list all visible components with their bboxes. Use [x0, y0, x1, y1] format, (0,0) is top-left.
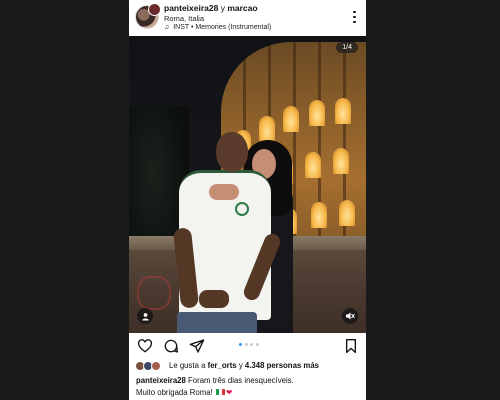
post-header: panteixeira28 y marcao Roma, Italia ♫ IN…: [129, 0, 366, 36]
collaborator-username[interactable]: marcao: [227, 3, 257, 13]
collab-avatar-secondary: [148, 3, 161, 16]
clasped-hands: [199, 290, 229, 308]
man-head: [216, 132, 248, 172]
likes-others[interactable]: 4.348 personas más: [245, 361, 319, 370]
like-heart-icon[interactable]: [137, 338, 153, 354]
user-tag-icon[interactable]: [137, 308, 153, 324]
wall-graffiti: [137, 276, 171, 310]
carousel-indicator: [239, 343, 259, 346]
caption-username[interactable]: panteixeira28: [136, 376, 186, 385]
author-username[interactable]: panteixeira28: [164, 3, 218, 13]
post-photo[interactable]: 1/4: [129, 36, 366, 333]
collab-avatar[interactable]: [135, 3, 161, 29]
carousel-dot: [250, 343, 253, 346]
shirt-crest: [235, 202, 249, 216]
woman-hand: [209, 184, 239, 200]
likes-prefix: Le gusta a: [169, 361, 206, 370]
save-bookmark-icon[interactable]: [343, 338, 359, 354]
carousel-dot: [255, 343, 259, 346]
liker-username[interactable]: fer_orts: [208, 361, 237, 370]
red-heart-icon: ❤: [225, 387, 233, 397]
share-send-icon[interactable]: [189, 338, 205, 354]
instagram-post: panteixeira28 y marcao Roma, Italia ♫ IN…: [129, 0, 366, 400]
audio-artist: INST: [173, 24, 190, 31]
likes-text[interactable]: Le gusta a fer_orts y 4.348 personas más: [169, 361, 319, 370]
music-note-icon: ♫: [164, 24, 170, 31]
post-location[interactable]: Roma, Italia: [164, 14, 204, 23]
italy-flag-icon: [215, 389, 225, 396]
audio-separator: •: [190, 24, 194, 31]
carousel-dot-active: [239, 343, 242, 346]
post-authors[interactable]: panteixeira28 y marcao: [164, 3, 258, 13]
post-caption: panteixeira28 Foram três dias inesquecív…: [136, 375, 364, 398]
post-audio[interactable]: ♫ INST • Memories (Instrumental): [164, 24, 271, 31]
caption-line-1: Foram três dias inesquecíveis.: [188, 376, 294, 385]
liker-avatar: [151, 361, 161, 371]
author-connector: y: [220, 3, 225, 13]
post-actions: [129, 333, 366, 357]
caption-line-2: Muito obrigada Roma!: [136, 387, 213, 397]
comment-icon[interactable]: [163, 338, 179, 354]
sound-off-icon[interactable]: [342, 308, 358, 324]
more-options-icon[interactable]: [353, 11, 356, 23]
man-jeans: [177, 312, 257, 333]
carousel-dot: [244, 343, 248, 346]
likes-row[interactable]: Le gusta a fer_orts y 4.348 personas más: [135, 359, 365, 373]
likes-middle: y: [238, 361, 243, 370]
audio-title: Memories (Instrumental): [195, 24, 272, 31]
carousel-counter: 1/4: [336, 42, 358, 53]
